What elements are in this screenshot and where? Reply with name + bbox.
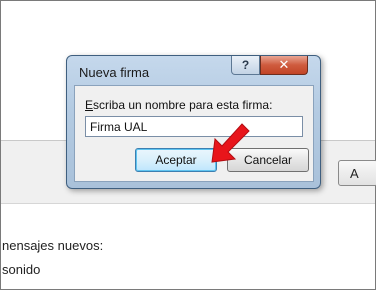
- label-text: scriba un nombre para esta firma:: [93, 98, 273, 112]
- signature-name-label: Escriba un nombre para esta firma:: [85, 98, 272, 112]
- help-button[interactable]: ?: [231, 56, 260, 75]
- new-signature-dialog: Nueva firma ? ✕ Escriba un nombre para e…: [66, 55, 321, 189]
- close-button[interactable]: ✕: [260, 56, 308, 75]
- dialog-titlebar[interactable]: Nueva firma ? ✕: [67, 56, 320, 86]
- red-arrow-shape: [211, 123, 250, 163]
- accept-button[interactable]: Aceptar: [135, 148, 217, 172]
- background-text-sound: sonido: [2, 262, 41, 277]
- background-text-more: ...: [2, 282, 13, 290]
- dialog-title: Nueva firma: [79, 65, 150, 80]
- dialog-body: Escriba un nombre para esta firma: Acept…: [74, 85, 314, 182]
- background-button[interactable]: A: [338, 160, 376, 186]
- signature-name-input[interactable]: [85, 116, 303, 137]
- red-arrow-icon: [211, 123, 250, 163]
- background-text-new-messages: nensajes nuevos:: [2, 238, 104, 253]
- label-access-key: E: [85, 98, 94, 112]
